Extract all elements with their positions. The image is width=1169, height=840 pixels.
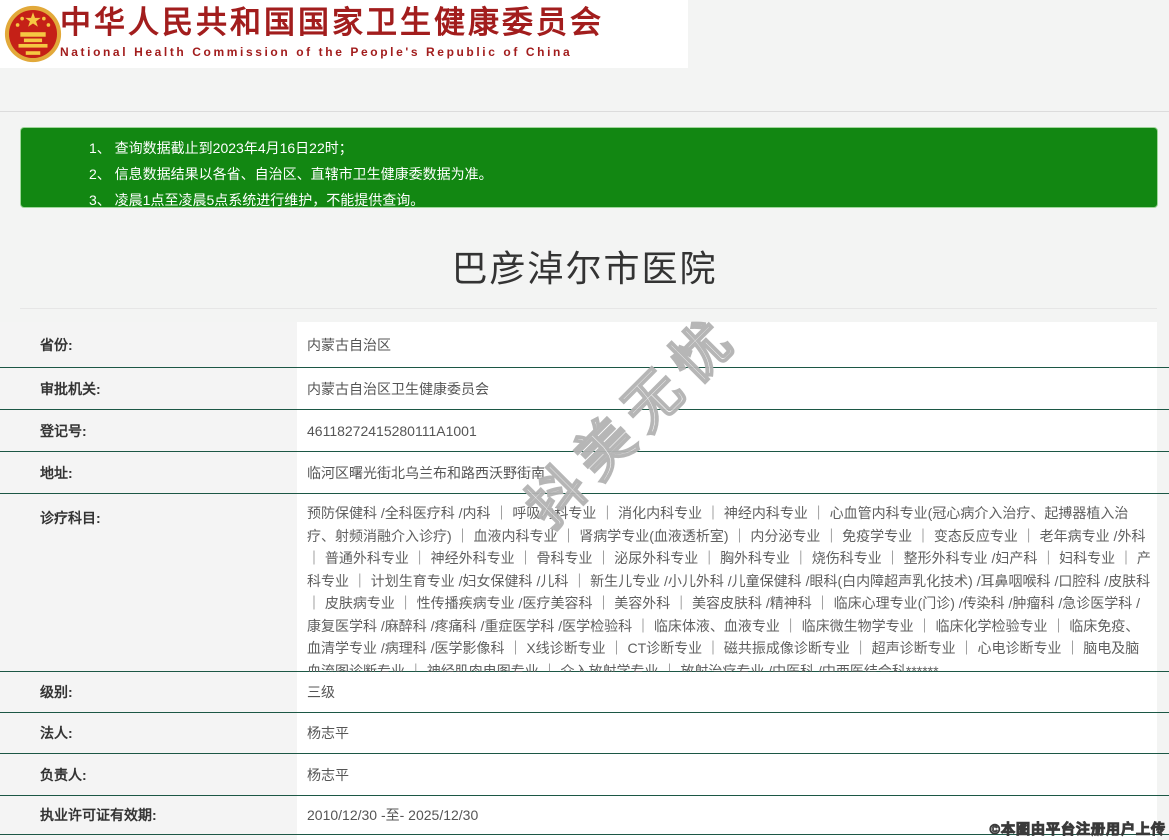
table-row-person-in-charge: 负责人: 杨志平	[0, 754, 1169, 796]
field-value: 杨志平	[297, 713, 1157, 753]
table-row-legal-person: 法人: 杨志平	[0, 713, 1169, 754]
table-row-registration-number: 登记号: 46118272415280111A1001	[0, 410, 1169, 452]
section-divider	[20, 308, 1157, 309]
field-value: 临河区曙光街北乌兰布和路西沃野街南	[297, 452, 1157, 493]
field-value: 三级	[297, 672, 1157, 712]
site-title-chinese: 中华人民共和国国家卫生健康委员会	[60, 4, 680, 42]
national-emblem-icon	[4, 2, 62, 66]
field-label: 级别:	[0, 672, 297, 712]
table-row-partial	[0, 835, 1169, 840]
notice-line-2: 2、 信息数据结果以各省、自治区、直辖市卫生健康委数据为准。	[89, 161, 1147, 187]
notice-line-1: 1、 查询数据截止到2023年4月16日22时；	[89, 135, 1147, 161]
table-row-province: 省份: 内蒙古自治区	[0, 322, 1169, 368]
header-titles: 中华人民共和国国家卫生健康委员会 National Health Commiss…	[60, 4, 680, 59]
field-label: 审批机关:	[0, 368, 297, 409]
table-row-level: 级别: 三级	[0, 672, 1169, 713]
field-label: 负责人:	[0, 754, 297, 795]
field-label: 执业许可证有效期:	[0, 796, 297, 834]
hospital-name-title: 巴彦淖尔市医院	[0, 240, 1169, 292]
field-label: 法人:	[0, 713, 297, 753]
field-value: 2010/12/30 -至- 2025/12/30	[297, 796, 1157, 834]
field-label: 诊疗科目:	[0, 494, 297, 671]
table-row-license-validity: 执业许可证有效期: 2010/12/30 -至- 2025/12/30	[0, 796, 1169, 835]
header-divider	[0, 111, 1169, 112]
page: 中华人民共和国国家卫生健康委员会 National Health Commiss…	[0, 0, 1169, 840]
site-header: 中华人民共和国国家卫生健康委员会 National Health Commiss…	[0, 0, 688, 68]
field-label: 登记号:	[0, 410, 297, 451]
field-value: 内蒙古自治区	[297, 322, 1157, 367]
field-value: 46118272415280111A1001	[297, 410, 1157, 451]
table-row-medical-subjects: 诊疗科目: 预防保健科 /全科医疗科 /内科 ｜ 呼吸内科专业 ｜ 消化内科专业…	[0, 494, 1169, 672]
site-title-english: National Health Commission of the People…	[60, 45, 680, 59]
field-label: 地址:	[0, 452, 297, 493]
notice-box: 1、 查询数据截止到2023年4月16日22时； 2、 信息数据结果以各省、自治…	[20, 127, 1158, 208]
table-row-approval-authority: 审批机关: 内蒙古自治区卫生健康委员会	[0, 368, 1169, 410]
hospital-info-table: 省份: 内蒙古自治区 审批机关: 内蒙古自治区卫生健康委员会 登记号: 4611…	[0, 322, 1169, 840]
field-value: 杨志平	[297, 754, 1157, 795]
field-label: 省份:	[0, 322, 297, 367]
notice-line-3: 3、 凌晨1点至凌晨5点系统进行维护，不能提供查询。	[89, 187, 1147, 213]
table-row-address: 地址: 临河区曙光街北乌兰布和路西沃野街南	[0, 452, 1169, 494]
field-value: 内蒙古自治区卫生健康委员会	[297, 368, 1157, 409]
field-value: 预防保健科 /全科医疗科 /内科 ｜ 呼吸内科专业 ｜ 消化内科专业 ｜ 神经内…	[297, 494, 1157, 671]
